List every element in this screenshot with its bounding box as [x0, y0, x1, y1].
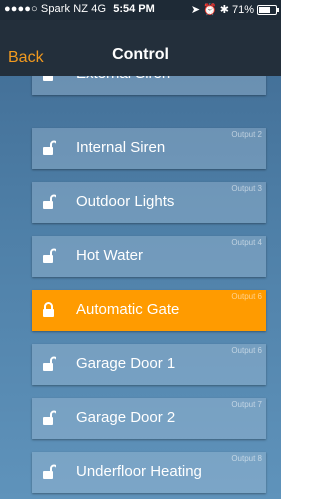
- output-name: Underfloor Heating: [76, 463, 202, 480]
- output-number: Output 6: [231, 346, 262, 355]
- unlocked-padlock-icon[interactable]: [42, 140, 56, 156]
- output-name: Garage Door 2: [76, 409, 176, 426]
- output-row-hot-water[interactable]: Hot Water Output 4: [32, 236, 266, 277]
- output-row-automatic-gate[interactable]: Automatic Gate Output 6: [32, 290, 266, 331]
- page-title: Control: [112, 46, 169, 63]
- output-number: Output 8: [231, 454, 262, 463]
- output-row-internal-siren[interactable]: Internal Siren Output 2: [32, 128, 266, 169]
- status-time: 5:54 PM: [113, 3, 155, 15]
- output-number: Output 2: [231, 130, 262, 139]
- status-icons: ➤ ⏰ ✱ 71%: [190, 3, 279, 16]
- bluetooth-icon: ✱: [219, 4, 229, 16]
- status-bar: ●●●●○ Spark NZ 4G 5:54 PM ➤ ⏰ ✱ 71%: [0, 0, 281, 20]
- output-name: Automatic Gate: [76, 301, 180, 318]
- alarm-icon: ⏰: [203, 4, 217, 16]
- output-row-garage-door-1[interactable]: Garage Door 1 Output 6: [32, 344, 266, 385]
- carrier-signal: ●●●●○ Spark NZ 4G: [4, 3, 107, 15]
- unlocked-padlock-icon[interactable]: [42, 464, 56, 480]
- output-name: Internal Siren: [76, 139, 166, 156]
- locked-padlock-icon[interactable]: [42, 302, 56, 318]
- output-row-garage-door-2[interactable]: Garage Door 2 Output 7: [32, 398, 266, 439]
- output-row-external-siren[interactable]: External Siren: [32, 76, 266, 95]
- output-name: Garage Door 1: [76, 355, 176, 372]
- output-name: Outdoor Lights: [76, 193, 175, 210]
- output-number: Output 7: [231, 400, 262, 409]
- battery-icon: [257, 4, 279, 15]
- output-number: Output 6: [231, 292, 262, 301]
- control-screen: ●●●●○ Spark NZ 4G 5:54 PM ➤ ⏰ ✱ 71% Back…: [0, 0, 281, 499]
- output-number: Output 4: [231, 238, 262, 247]
- output-number: Output 3: [231, 184, 262, 193]
- output-row-outdoor-lights[interactable]: Outdoor Lights Output 3: [32, 182, 266, 223]
- unlocked-padlock-icon[interactable]: [42, 410, 56, 426]
- output-name: Hot Water: [76, 247, 143, 264]
- unlocked-padlock-icon[interactable]: [42, 194, 56, 210]
- unlocked-padlock-icon[interactable]: [42, 356, 56, 372]
- output-name: External Siren: [76, 76, 170, 84]
- output-list[interactable]: External Siren Internal Siren Output 2 O…: [0, 76, 281, 499]
- location-icon: ➤: [190, 4, 201, 16]
- battery-percent: 71%: [231, 3, 254, 16]
- navigation-bar: Back Control: [0, 20, 281, 76]
- unlocked-padlock-icon[interactable]: [42, 248, 56, 264]
- output-row-underfloor-heating[interactable]: Underfloor Heating Output 8: [32, 452, 266, 493]
- unlocked-padlock-icon[interactable]: [42, 76, 56, 82]
